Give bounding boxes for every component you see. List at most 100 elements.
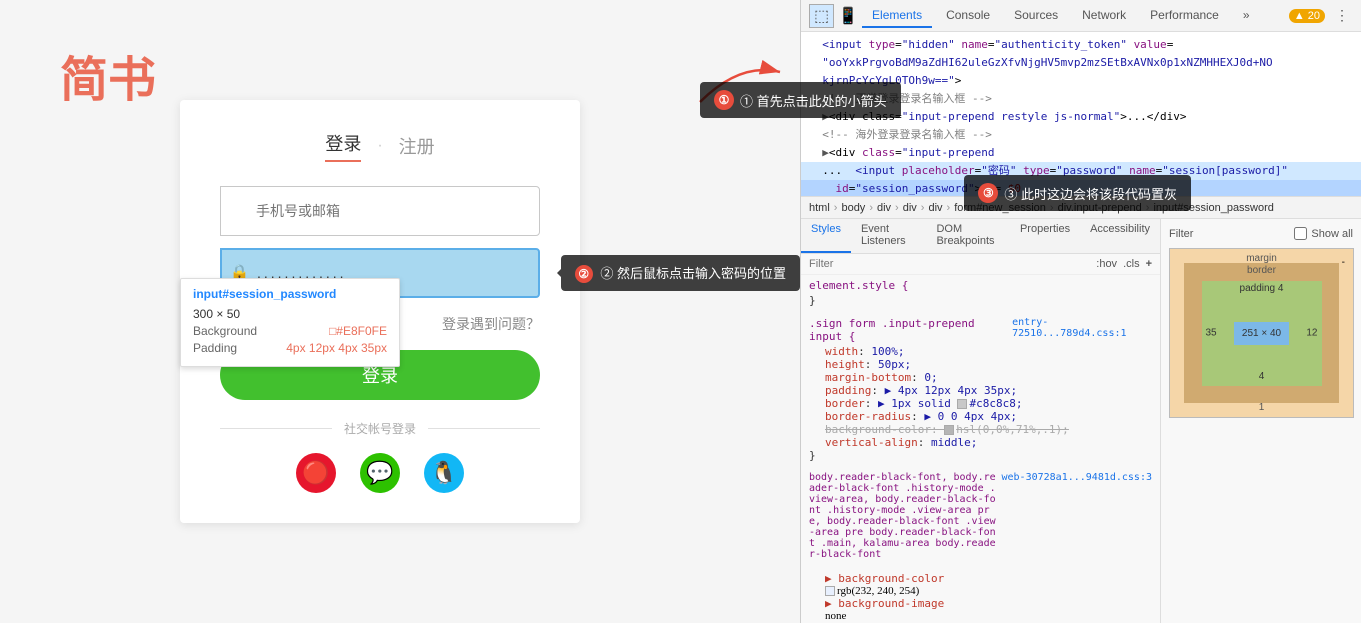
tab-more[interactable]: » [1233,4,1260,28]
tooltip-size-row: 300 × 50 [193,307,387,321]
step3-annotation-container: ③ ③ 此时这边会将该段代码置灰 [964,175,1191,211]
forgot-link[interactable]: 登录遇到问题？ [442,314,540,334]
social-icons-row: 🔴 💬 🐧 [220,453,540,493]
bc-sep-0: › [834,202,838,214]
source-line-6: ▶<div class="input-prepend [801,144,1361,162]
styles-left: Styles Event Listeners DOM Breakpoints P… [801,219,1161,623]
filter-bar: :hov .cls + [801,254,1160,275]
css-prop-padding: padding: ▶ 4px 12px 4px 35px; [809,384,1152,397]
tab-properties[interactable]: Properties [1010,219,1080,253]
styles-panel: Styles Event Listeners DOM Breakpoints P… [801,219,1361,623]
devtools-icons: ▲ 20 ⋮ [1289,5,1353,26]
tab-accessibility[interactable]: Accessibility [1080,219,1160,253]
css-prop-vertical-align: vertical-align: middle; [809,436,1152,449]
bc-div-1[interactable]: div [903,202,917,214]
css-rule-body-reader: body.reader-black-font, body.reader-blac… [809,472,1152,562]
step2-badge: ② [575,265,593,283]
outer-bottom: 1 [1259,402,1265,413]
tab-sources[interactable]: Sources [1004,4,1068,28]
tab-event-listeners[interactable]: Event Listeners [851,219,926,253]
css-file-link-0[interactable]: entry-72510...789d4.css:1 [1012,317,1152,345]
css-file-link-1[interactable]: web-30728a1...9481d.css:3 [1001,472,1152,562]
filter-bottom-row: Filter Show all [1169,227,1353,240]
element-tooltip: input#session_password 300 × 50 Backgrou… [180,278,400,367]
tab-row: 登录 · 注册 [220,130,540,162]
content-box: 251 × 40 [1234,322,1289,345]
bc-body[interactable]: body [841,202,865,214]
show-all-label[interactable]: Show all [1294,227,1353,240]
filter-label: Filter [1169,228,1193,240]
bc-sep-1: › [869,202,873,214]
css-rules: element.style { } .sign form .input-prep… [801,275,1160,623]
css-prop-height: height: 50px; [809,358,1152,371]
login-panel: 简书 登录 · 注册 input#session_password 300 × … [0,0,800,623]
tab-dom-breakpoints[interactable]: DOM Breakpoints [926,219,1010,253]
add-style-button[interactable]: + [1146,258,1152,270]
bc-div-0[interactable]: div [877,202,891,214]
bc-sep-3: › [921,202,925,214]
border-label: border [1247,265,1276,276]
css-selector-element: element.style { [809,279,1152,292]
dt-menu-icon[interactable]: ⋮ [1331,5,1353,26]
tooltip-pad-row: Padding 4px 12px 4px 35px [193,341,387,355]
show-all-checkbox[interactable] [1294,227,1307,240]
css-selector-sign: .sign form .input-prepend input { [809,317,1012,343]
bc-div-2[interactable]: div [928,202,942,214]
device-icon[interactable]: 📱 [838,6,858,26]
tab-styles[interactable]: Styles [801,219,851,253]
login-card: 登录 · 注册 input#session_password 300 × 50 … [180,100,580,523]
qq-icon[interactable]: 🐧 [424,453,464,493]
padding-left: 35 [1206,328,1217,339]
css-bg-image-val: none [809,610,1152,622]
css-computed-section: ▶ background-color rgb(232, 240, 254) ▶ … [809,572,1152,623]
tab-console[interactable]: Console [936,4,1000,28]
wechat-icon[interactable]: 💬 [360,453,400,493]
content-size: 251 × 40 [1242,328,1281,339]
tooltip-bg-row: Background □#E8F0FE [193,324,387,338]
weibo-icon[interactable]: 🔴 [296,453,336,493]
cls-button[interactable]: .cls [1123,258,1140,270]
styles-right: Filter Show all margin - border [1161,219,1361,623]
margin-box: margin - border padding 4 35 12 [1169,248,1354,418]
step3-badge: ③ [978,183,998,203]
source-line-1: "ooYxkPrgvoBdM9aZdHI62uleGzXfvNjgHV5mvp2… [801,54,1361,72]
margin-val: - [1342,257,1345,268]
css-brace-0: } [809,294,1152,307]
tab-elements[interactable]: Elements [862,4,932,28]
css-bg-color: ▶ background-color [809,572,1152,585]
css-brace-1: } [809,449,1152,462]
css-prop-bg-color: background-color: hsl(0,0%,71%,.1); [809,423,1152,436]
box-model: margin - border padding 4 35 12 [1169,248,1353,418]
css-prop-border-radius: border-radius: ▶ 0 0 4px 4px; [809,410,1152,423]
padding-right: 12 [1306,328,1317,339]
inspect-icon[interactable]: ⬚ [809,4,834,28]
tooltip-title: input#session_password [193,287,387,301]
tab-register[interactable]: 注册 [399,133,435,159]
css-bg-color-val: rgb(232, 240, 254) [809,585,1152,597]
css-rule-element-style: element.style { } [809,279,1152,307]
css-prop-width: width: 100%; [809,345,1152,358]
css-prop-border: border: ▶ 1px solid #c8c8c8; [809,397,1152,410]
tab-performance[interactable]: Performance [1140,4,1229,28]
social-divider: 社交帐号登录 [220,420,540,437]
tab-network[interactable]: Network [1072,4,1136,28]
bc-sep-2: › [895,202,899,214]
border-box: border padding 4 35 12 4 [1184,263,1339,403]
hov-button[interactable]: :hov [1096,258,1117,270]
css-rule-sign-form: .sign form .input-prepend input { entry-… [809,317,1152,462]
step1-badge: ① [714,90,734,110]
tab-login[interactable]: 登录 [325,130,361,162]
username-group [220,186,540,236]
css-prop-margin: margin-bottom: 0; [809,371,1152,384]
filter-input[interactable] [809,258,1090,270]
step2-annotation: ② ② 然后鼠标点击输入密码的位置 [561,255,800,291]
username-input[interactable] [220,186,540,236]
source-line-5: <!-- 海外登录登录名输入框 --> [801,126,1361,144]
bc-html[interactable]: html [809,202,830,214]
step1-bubble: ① ① 首先点击此处的小箭头 [700,82,901,118]
devtools-topbar: ⬚ 📱 Elements Console Sources Network Per… [801,0,1361,32]
css-bg-image: ▶ background-image [809,597,1152,610]
padding-box: padding 4 35 12 4 251 × 40 [1202,281,1322,386]
css-selector-body: body.reader-black-font, body.reader-blac… [809,472,1001,560]
css-selector-body-row: body.reader-black-font, body.reader-blac… [809,472,1152,562]
